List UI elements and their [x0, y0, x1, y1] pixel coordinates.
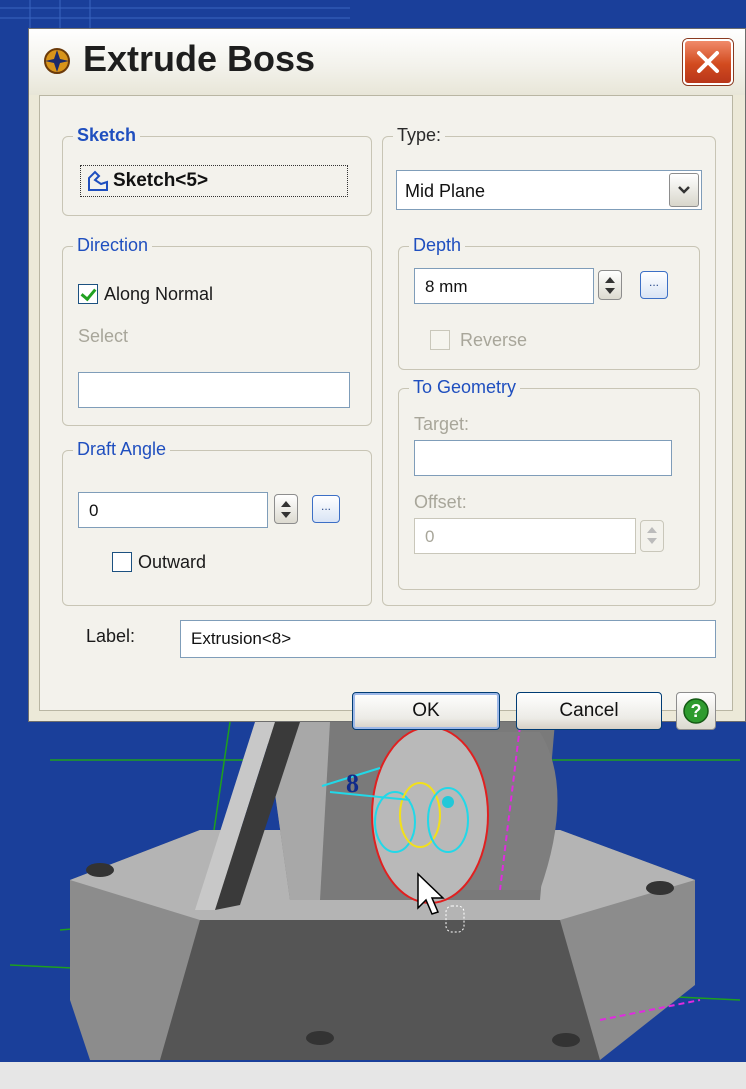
solidworks-logo-icon: [44, 48, 70, 74]
ok-button[interactable]: OK: [352, 692, 500, 730]
draft-angle-spin-button[interactable]: [274, 494, 298, 524]
dialog-body: Sketch Sketch<5> Type: Mid Plane Directi…: [39, 95, 733, 730]
type-selected-value: Mid Plane: [405, 181, 486, 201]
sketch-icon: [88, 170, 108, 191]
cancel-button[interactable]: Cancel: [516, 692, 662, 730]
outward-checkbox[interactable]: [112, 552, 132, 572]
dialog-titlebar[interactable]: Extrude Boss: [29, 29, 745, 95]
close-button[interactable]: [683, 39, 733, 85]
offset-label: Offset:: [414, 492, 467, 512]
target-label: Target:: [414, 414, 470, 434]
offset-spin-button[interactable]: [640, 520, 664, 552]
draft-angle-browse-button[interactable]: ...: [312, 495, 340, 523]
type-legend: Type:: [393, 125, 446, 146]
sketch-selector[interactable]: Sketch<5>: [80, 165, 348, 197]
type-dropdown[interactable]: Mid Plane: [396, 170, 702, 210]
draft-angle-legend: Draft Angle: [73, 439, 171, 460]
sketch-value: Sketch<5>: [113, 170, 209, 191]
label-input[interactable]: Extrusion<8>: [180, 620, 716, 658]
select-label: Select: [78, 326, 129, 346]
extrude-preview-face: [371, 726, 489, 904]
help-button[interactable]: ?: [676, 692, 716, 730]
outward-label: Outward: [138, 552, 207, 572]
chevron-down-icon: [678, 186, 690, 194]
label-field-label: Label:: [86, 626, 136, 646]
direction-legend: Direction: [73, 235, 153, 256]
svg-text:?: ?: [691, 701, 702, 721]
depth-dimension-label: 8: [346, 769, 359, 798]
sketch-legend: Sketch: [73, 125, 141, 146]
along-normal-label: Along Normal: [104, 284, 214, 304]
depth-browse-button[interactable]: ...: [640, 271, 668, 299]
to-geometry-legend: To Geometry: [409, 377, 521, 398]
dropdown-arrow-button[interactable]: [669, 173, 699, 207]
reverse-checkbox[interactable]: [430, 330, 450, 350]
dialog-title: Extrude Boss: [83, 38, 316, 79]
draft-angle-input[interactable]: 0: [78, 492, 268, 528]
draft-angle-group: Draft Angle: [62, 439, 372, 606]
direction-select-field[interactable]: [78, 372, 350, 408]
along-normal-checkbox[interactable]: [78, 284, 98, 304]
help-icon: ?: [683, 698, 709, 724]
depth-spin-button[interactable]: [598, 270, 622, 300]
offset-input[interactable]: 0: [414, 518, 636, 554]
target-input[interactable]: [414, 440, 672, 476]
extrude-boss-dialog: Extrude Boss Sketch Sketch<5> Type: Mid …: [28, 28, 746, 730]
close-icon: [697, 51, 719, 73]
reverse-label: Reverse: [460, 330, 528, 350]
depth-input[interactable]: 8 mm: [414, 268, 594, 304]
depth-legend: Depth: [409, 235, 466, 256]
depth-group: Depth: [398, 235, 700, 370]
